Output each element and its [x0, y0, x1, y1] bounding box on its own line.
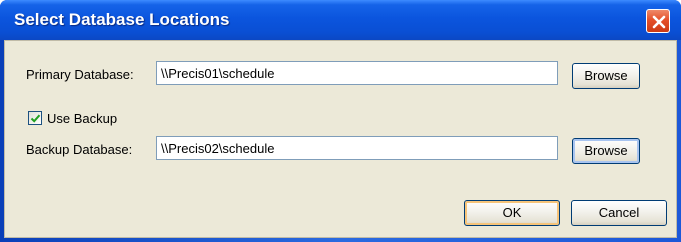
dialog-title: Select Database Locations	[14, 10, 230, 29]
cancel-button[interactable]: Cancel	[571, 200, 667, 226]
use-backup-checkbox[interactable]	[28, 111, 42, 125]
title-bar: Select Database Locations	[0, 0, 681, 40]
backup-database-label: Backup Database:	[26, 142, 133, 157]
use-backup-label[interactable]: Use Backup	[47, 111, 117, 126]
close-button[interactable]	[646, 9, 670, 33]
primary-browse-button[interactable]: Browse	[572, 63, 640, 89]
check-icon	[30, 114, 41, 123]
ok-button[interactable]: OK	[464, 200, 560, 226]
dialog-body: Primary Database: Browse Use Backup Back…	[4, 40, 677, 238]
backup-database-input[interactable]	[156, 136, 558, 160]
primary-database-input[interactable]	[156, 61, 558, 85]
close-icon	[652, 15, 666, 29]
backup-browse-button[interactable]: Browse	[572, 138, 640, 164]
dialog-window: Select Database Locations Primary Databa…	[0, 0, 681, 242]
primary-database-label: Primary Database:	[26, 67, 134, 82]
